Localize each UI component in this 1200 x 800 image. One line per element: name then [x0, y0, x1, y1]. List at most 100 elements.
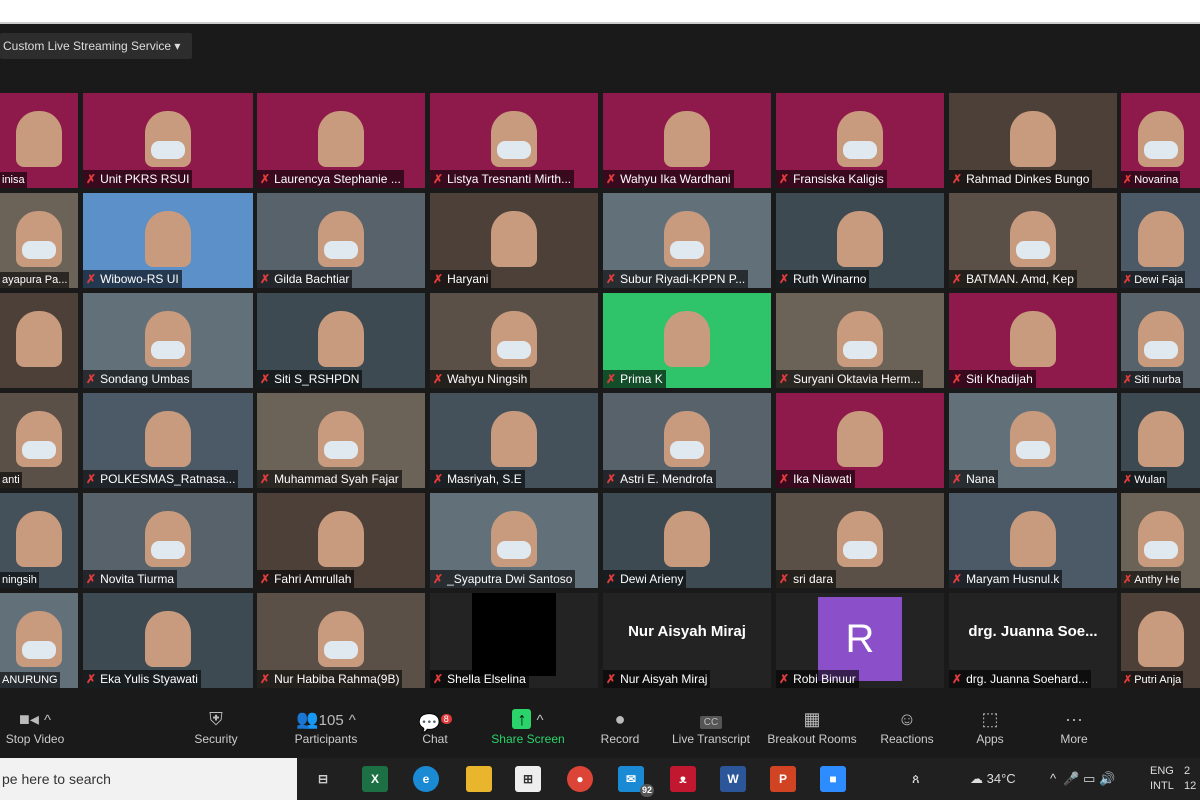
- chat-icon: 💬 8: [415, 706, 455, 733]
- participant-video: [16, 311, 62, 367]
- participant-tile[interactable]: ✗ Wahyu Ningsih: [430, 293, 598, 388]
- participant-tile[interactable]: ✗ Muhammad Syah Fajar: [257, 393, 425, 488]
- participant-tile[interactable]: ✗ Eka Yulis Styawati: [83, 593, 253, 688]
- participant-video: [837, 411, 883, 467]
- more-button[interactable]: ··· More: [1054, 706, 1094, 746]
- participant-tile[interactable]: Nur Aisyah Miraj ✗ Nur Aisyah Miraj: [603, 593, 771, 688]
- participants-button[interactable]: 👥105 ^ Participants: [290, 706, 362, 746]
- participant-tile[interactable]: ✗ Putri Anja: [1121, 593, 1200, 688]
- participant-tile[interactable]: ningsih: [0, 493, 78, 588]
- participant-tile[interactable]: ✗ Fahri Amrullah: [257, 493, 425, 588]
- participant-tile[interactable]: ✗ Astri E. Mendrofa: [603, 393, 771, 488]
- participant-tile[interactable]: ✗ Maryam Husnul.k: [949, 493, 1117, 588]
- live-streaming-dropdown[interactable]: Custom Live Streaming Service ▾: [0, 33, 193, 59]
- participant-tile[interactable]: ayapura Pa...: [0, 193, 78, 288]
- participant-tile[interactable]: drg. Juanna Soe... ✗ drg. Juanna Soehard..…: [949, 593, 1117, 688]
- participant-tile[interactable]: ✗ Wulan: [1121, 393, 1200, 488]
- stop-video-button[interactable]: ■◂ ^ Stop Video: [0, 706, 70, 746]
- muted-mic-icon: ✗: [86, 172, 97, 186]
- participant-tile[interactable]: ✗ Subur Riyadi-KPPN P...: [603, 193, 771, 288]
- participant-tile[interactable]: ✗ Rahmad Dinkes Bungo: [949, 93, 1117, 188]
- record-icon: ●: [614, 709, 626, 729]
- live-transcript-button[interactable]: CC Live Transcript: [668, 706, 754, 746]
- file-explorer-icon[interactable]: [466, 766, 492, 792]
- participant-video: [145, 611, 191, 667]
- language-indicator[interactable]: ENG INTL: [1150, 764, 1174, 794]
- participant-tile[interactable]: ✗ Ika Niawati: [776, 393, 944, 488]
- muted-mic-icon: ✗: [606, 272, 617, 286]
- participant-tile[interactable]: ANURUNG: [0, 593, 78, 688]
- participant-tile[interactable]: ✗ Unit PKRS RSUI: [83, 93, 253, 188]
- muted-mic-icon: ✗: [952, 272, 963, 286]
- participant-tile[interactable]: ✗ Siti Khadijah: [949, 293, 1117, 388]
- participant-tile[interactable]: ✗ Wibowo-RS UI: [83, 193, 253, 288]
- muted-mic-icon: ✗: [952, 372, 963, 386]
- participant-tile[interactable]: ✗ Anthy He: [1121, 493, 1200, 588]
- meeting-app-icon[interactable]: ᴥ: [670, 766, 696, 792]
- participant-name-label: ✗ Astri E. Mendrofa: [603, 470, 716, 488]
- muted-mic-icon: ✗: [606, 472, 617, 486]
- share-screen-button[interactable]: ↑ ^ Share Screen: [488, 706, 568, 746]
- security-button[interactable]: ⛨ Security: [186, 706, 246, 746]
- participant-tile[interactable]: ✗ Gilda Bachtiar: [257, 193, 425, 288]
- participant-tile[interactable]: ✗ Siti nurba: [1121, 293, 1200, 388]
- participant-tile[interactable]: ✗ Shella Elselina: [430, 593, 598, 688]
- edge-icon[interactable]: e: [413, 766, 439, 792]
- participant-name-label: ✗ Maryam Husnul.k: [949, 570, 1063, 588]
- participant-tile[interactable]: ✗ Ruth Winarno: [776, 193, 944, 288]
- participant-tile[interactable]: ✗ Masriyah, S.E: [430, 393, 598, 488]
- breakout-rooms-button[interactable]: ▦ Breakout Rooms: [764, 706, 860, 746]
- participant-tile[interactable]: ✗ Prima K: [603, 293, 771, 388]
- participant-tile[interactable]: ✗ Suryani Oktavia Herm...: [776, 293, 944, 388]
- weather-widget[interactable]: ☁ 34°C: [970, 758, 1016, 800]
- apps-button[interactable]: ⬚ Apps: [970, 706, 1010, 746]
- muted-mic-icon: ✗: [1123, 174, 1133, 186]
- task-view-icon[interactable]: ⊟: [310, 766, 336, 792]
- participant-video: [664, 311, 710, 367]
- participant-name-label: ✗ Laurencya Stephanie ...: [257, 170, 404, 188]
- participant-name-label: ✗ Listya Tresnanti Mirth...: [430, 170, 575, 188]
- participant-tile[interactable]: ✗ Haryani: [430, 193, 598, 288]
- participant-name-label: ✗ Siti S_RSHPDN: [257, 370, 363, 388]
- participant-name-label: ✗ Sondang Umbas: [83, 370, 193, 388]
- participant-tile[interactable]: ✗ Dewi Faja: [1121, 193, 1200, 288]
- participant-name-label: ✗ Masriyah, S.E: [430, 470, 525, 488]
- participant-tile[interactable]: ✗ Laurencya Stephanie ...: [257, 93, 425, 188]
- powerpoint-icon[interactable]: P: [770, 766, 796, 792]
- zoom-icon[interactable]: ■: [820, 766, 846, 792]
- participant-tile[interactable]: ✗ sri dara: [776, 493, 944, 588]
- tray-icons[interactable]: ^ 🎤 ▭ 🔊: [1050, 758, 1115, 800]
- participant-name-label: ✗ Siti Khadijah: [949, 370, 1036, 388]
- participant-tile[interactable]: ✗ Novarina: [1121, 93, 1200, 188]
- participant-tile[interactable]: ✗ BATMAN. Amd, Kep: [949, 193, 1117, 288]
- participant-tile[interactable]: ✗ Listya Tresnanti Mirth...: [430, 93, 598, 188]
- word-icon[interactable]: W: [720, 766, 746, 792]
- chat-button[interactable]: 💬 8 Chat: [415, 706, 455, 746]
- participant-tile[interactable]: inisa: [0, 93, 78, 188]
- people-tray-icon[interactable]: ጰ: [912, 758, 920, 800]
- participant-tile[interactable]: ✗ Dewi Arieny: [603, 493, 771, 588]
- participant-tile[interactable]: ✗ Wahyu Ika Wardhani: [603, 93, 771, 188]
- participant-tile[interactable]: ✗ Fransiska Kaligis: [776, 93, 944, 188]
- participant-name-label: ✗ Novita Tiurma: [83, 570, 178, 588]
- participant-tile[interactable]: anti: [0, 393, 78, 488]
- excel-icon[interactable]: X: [362, 766, 388, 792]
- clock[interactable]: 2 12: [1184, 764, 1196, 794]
- participant-tile[interactable]: R ✗ Robi Binuur: [776, 593, 944, 688]
- store-icon[interactable]: ⊞: [515, 766, 541, 792]
- participant-tile[interactable]: ✗ Nana: [949, 393, 1117, 488]
- reactions-button[interactable]: ☺ Reactions: [876, 706, 938, 746]
- participant-name-label: ✗ Ika Niawati: [776, 470, 855, 488]
- record-button[interactable]: ● Record: [598, 706, 642, 746]
- participant-tile[interactable]: ✗ Novita Tiurma: [83, 493, 253, 588]
- muted-mic-icon: ✗: [433, 572, 444, 586]
- participant-tile[interactable]: [0, 293, 78, 388]
- taskbar-search-input[interactable]: pe here to search: [0, 758, 297, 800]
- participant-tile[interactable]: ✗ POLKESMAS_Ratnasa...: [83, 393, 253, 488]
- mail-icon[interactable]: ✉ 92: [618, 766, 654, 797]
- participant-tile[interactable]: ✗ _Syaputra Dwi Santoso: [430, 493, 598, 588]
- participant-tile[interactable]: ✗ Sondang Umbas: [83, 293, 253, 388]
- participant-tile[interactable]: ✗ Siti S_RSHPDN: [257, 293, 425, 388]
- chrome-icon[interactable]: ●: [567, 766, 593, 792]
- participant-tile[interactable]: ✗ Nur Habiba Rahma(9B): [257, 593, 425, 688]
